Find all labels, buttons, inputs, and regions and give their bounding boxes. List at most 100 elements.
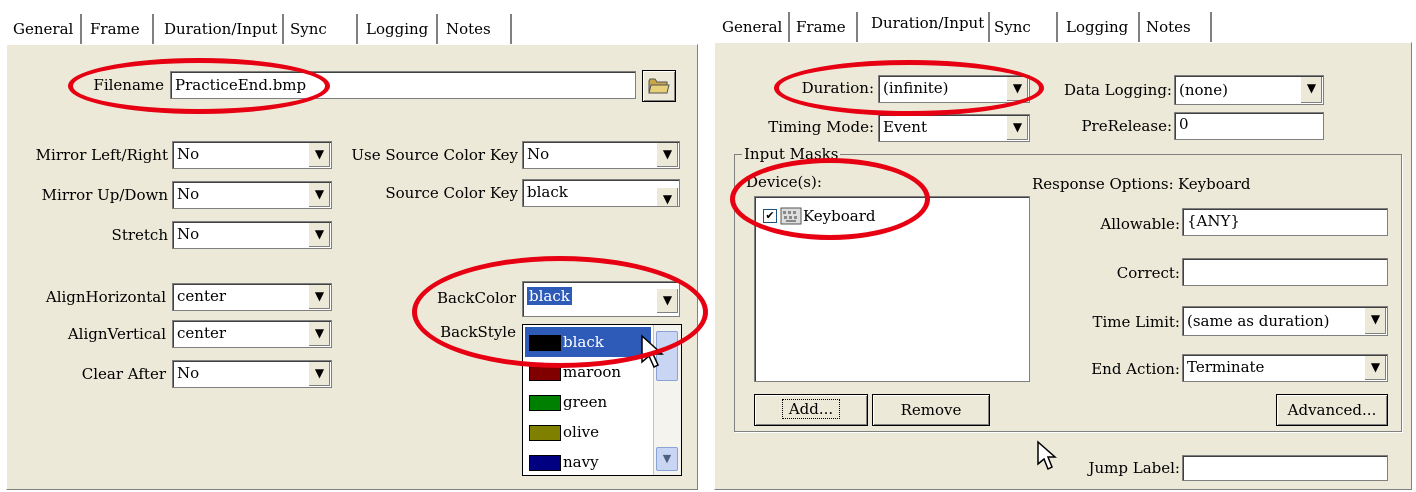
allowable-field[interactable]: {ANY} [1182,208,1388,236]
checkbox-checked[interactable]: ✔ [763,209,777,223]
allowable-label: Allowable: [1100,215,1180,233]
data-logging-value: (none) [1179,81,1228,99]
data-logging-select[interactable]: (none) ▼ [1174,75,1324,105]
tab-notes[interactable]: Notes [446,14,491,44]
timing-mode-select[interactable]: Event ▼ [878,114,1030,142]
devices-list[interactable]: ✔ Keyboard [754,196,1030,382]
duration-select[interactable]: (infinite) ▼ [878,75,1030,103]
backcolor-select[interactable]: black ▼ [522,281,680,317]
tab-sync[interactable]: Sync [290,14,327,44]
time-limit-label: Time Limit: [1092,313,1180,331]
jump-label-field[interactable] [1182,455,1388,481]
end-action-value: Terminate [1187,358,1265,376]
tab-general[interactable]: General [722,12,782,42]
folder-icon [648,78,670,94]
source-color-key-value: black [527,183,568,201]
left-dialog: General Frame Duration/Input Sync Loggin… [0,0,708,492]
end-action-select[interactable]: Terminate ▼ [1182,354,1388,382]
clear-after-label: Clear After [81,365,166,383]
stretch-select[interactable]: No ▼ [172,221,332,249]
use-source-color-key-select[interactable]: No ▼ [522,141,680,169]
stretch-value: No [177,225,200,243]
input-masks-label: Input Masks [742,144,841,164]
color-option-navy[interactable]: navy [525,447,651,477]
mirror-up-down-select[interactable]: No ▼ [172,181,332,209]
tab-general[interactable]: General [12,14,74,44]
add-button[interactable]: Add... [754,394,868,426]
color-swatch [529,395,561,411]
color-option-label: navy [563,453,599,471]
add-button-label: Add... [781,399,841,419]
align-vertical-label: AlignVertical [67,325,166,343]
response-options-label: Response Options: [1032,175,1174,193]
source-color-key-select[interactable]: black ▼ [522,179,680,207]
correct-label: Correct: [1116,264,1180,282]
prerelease-field[interactable]: 0 [1174,112,1324,140]
chevron-down-icon[interactable]: ▼ [656,143,678,167]
filename-field[interactable]: PracticeEnd.bmp [170,71,636,99]
backstyle-label: BackStyle [440,323,516,341]
tab-notes[interactable]: Notes [1146,12,1191,42]
color-option-label: black [563,333,604,351]
use-source-color-key-label: Use Source Color Key [351,146,518,164]
mirror-left-right-value: No [177,145,200,163]
scroll-down-button[interactable]: ▼ [656,447,678,471]
chevron-down-icon[interactable]: ▼ [1364,356,1386,380]
chevron-down-icon[interactable]: ▼ [1364,308,1386,334]
remove-button[interactable]: Remove [872,394,990,426]
time-limit-select[interactable]: (same as duration) ▼ [1182,306,1388,336]
tab-duration-input[interactable]: Duration/Input [870,8,985,38]
chevron-down-icon[interactable]: ▼ [1300,77,1322,103]
mouse-cursor-icon [1037,440,1057,471]
tab-logging[interactable]: Logging [366,14,428,44]
color-option-black[interactable]: black [525,327,651,357]
color-option-maroon[interactable]: maroon [525,357,651,387]
clear-after-value: No [177,364,200,382]
end-action-label: End Action: [1091,360,1180,378]
color-option-label: green [563,393,608,411]
chevron-down-icon[interactable]: ▼ [308,223,330,247]
tab-duration-input[interactable]: Duration/Input [164,14,277,44]
chevron-down-icon[interactable]: ▼ [308,362,330,386]
color-swatch [529,455,561,471]
align-horizontal-select[interactable]: center ▼ [172,283,332,311]
chevron-down-icon[interactable]: ▼ [308,183,330,207]
duration-label: Duration: [801,79,874,97]
clear-after-select[interactable]: No ▼ [172,360,332,388]
color-swatch [529,425,561,441]
color-option-olive[interactable]: olive [525,417,651,447]
color-option-label: maroon [563,363,622,381]
correct-field[interactable] [1182,258,1388,286]
tab-frame[interactable]: Frame [90,14,140,44]
use-source-color-key-value: No [527,145,550,163]
device-item-label: Keyboard [803,207,876,225]
chevron-down-icon[interactable]: ▼ [308,285,330,309]
tab-sync[interactable]: Sync [994,12,1031,42]
mirror-up-down-value: No [177,185,200,203]
align-vertical-select[interactable]: center ▼ [172,320,332,348]
chevron-down-icon[interactable]: ▼ [308,143,330,167]
advanced-button[interactable]: Advanced... [1276,394,1388,426]
chevron-down-icon[interactable]: ▼ [1006,77,1028,101]
response-options-value: Keyboard [1178,175,1251,193]
chevron-down-icon[interactable]: ▼ [1006,116,1028,140]
data-logging-label: Data Logging: [1063,81,1172,99]
color-option-green[interactable]: green [525,387,651,417]
mirror-left-right-select[interactable]: No ▼ [172,141,332,169]
browse-button[interactable] [642,70,676,102]
mirror-up-down-label: Mirror Up/Down [41,186,168,204]
duration-value: (infinite) [883,79,949,97]
tab-logging[interactable]: Logging [1066,12,1128,42]
time-limit-value: (same as duration) [1187,312,1330,330]
jump-label: Jump Label: [1088,459,1180,477]
chevron-down-icon[interactable]: ▼ [308,322,330,346]
keyboard-icon [780,207,802,225]
left-tab-bar: General Frame Duration/Input Sync Loggin… [0,0,702,44]
prerelease-label: PreRelease: [1081,117,1172,135]
chevron-down-icon[interactable]: ▼ [656,188,678,206]
timing-mode-label: Timing Mode: [768,118,874,136]
stretch-label: Stretch [111,226,168,244]
backcolor-value: black [527,287,572,305]
tab-frame[interactable]: Frame [796,12,846,42]
chevron-down-icon[interactable]: ▼ [656,289,678,313]
